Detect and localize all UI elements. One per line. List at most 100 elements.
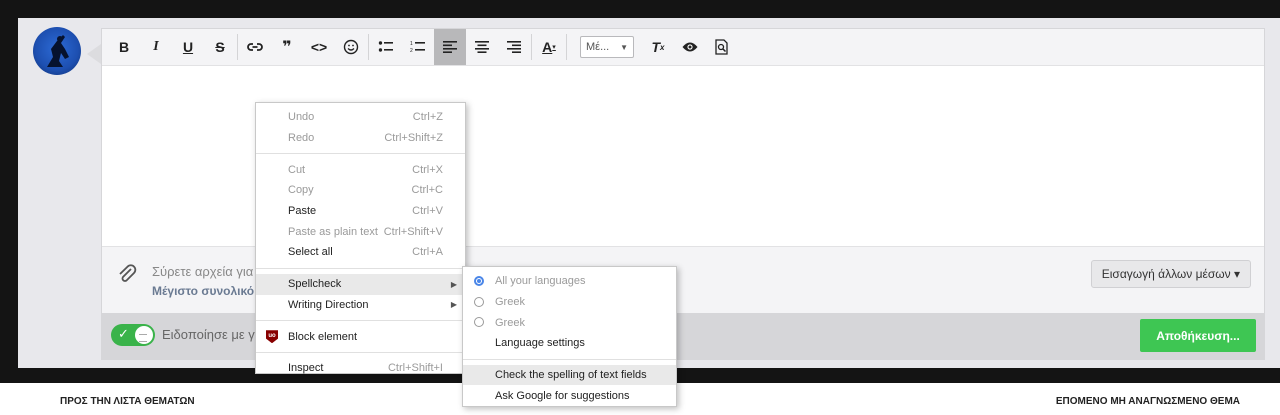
menu-item-paste[interactable]: Paste Ctrl+V (256, 201, 465, 222)
avatar[interactable] (33, 27, 81, 75)
menu-item-label: Writing Direction (288, 298, 369, 311)
strikethrough-button[interactable]: S (204, 29, 236, 65)
menu-item-shortcut: Ctrl+Shift+Z (384, 132, 443, 145)
submenu-item-ask-google[interactable]: Ask Google for suggestions (463, 385, 676, 406)
menu-divider (256, 267, 465, 269)
drop-files-text: Σύρετε αρχεία για (152, 264, 254, 279)
menu-item-label: Block element (288, 330, 358, 343)
italic-button[interactable]: I (140, 29, 172, 65)
menu-item-cut[interactable]: Cut Ctrl+X (256, 159, 465, 180)
quote-button[interactable]: ❞ (271, 29, 303, 65)
svg-text:1: 1 (410, 41, 413, 47)
menu-divider (256, 153, 465, 155)
bullet-list-button[interactable] (370, 29, 402, 65)
menu-item-shortcut: Ctrl+X (412, 163, 443, 176)
chevron-down-icon: ▼ (620, 42, 628, 52)
radio-selected-icon (474, 276, 484, 286)
menu-item-undo[interactable]: Undo Ctrl+Z (256, 107, 465, 128)
font-size-select[interactable]: Μέ... ▼ (580, 36, 634, 58)
spellcheck-toolbar-button[interactable] (706, 29, 738, 65)
toolbar-divider (566, 34, 567, 60)
menu-item-label: Select all (288, 246, 333, 259)
submenu-arrow-icon: ▶ (450, 300, 457, 310)
align-center-button[interactable] (466, 29, 498, 65)
code-button[interactable]: <> (303, 29, 335, 65)
ublock-icon: uo (266, 330, 278, 344)
next-unread-link[interactable]: ΕΠΟΜΕΝΟ ΜΗ ΑΝΑΓΝΩΣΜΕΝΟ ΘΕΜΑ (1056, 396, 1240, 407)
submenu-item-all-languages[interactable]: All your languages (463, 271, 676, 292)
menu-item-paste-plain[interactable]: Paste as plain text Ctrl+Shift+V (256, 221, 465, 242)
menu-item-writing-direction[interactable]: Writing Direction ▶ (256, 295, 465, 316)
bold-button[interactable]: B (108, 29, 140, 65)
spellcheck-submenu: All your languages Greek Greek Language … (462, 266, 677, 407)
smiley-button[interactable] (335, 29, 367, 65)
menu-item-label: Greek (495, 296, 525, 309)
menu-divider (256, 320, 465, 322)
menu-item-label: Inspect (288, 362, 324, 375)
menu-item-shortcut: Ctrl+A (412, 246, 443, 259)
submenu-item-greek-1[interactable]: Greek (463, 292, 676, 313)
svg-text:2: 2 (410, 48, 413, 54)
check-icon: ✓ (118, 326, 129, 341)
max-size-text: Μέγιστο συνολικό (152, 284, 255, 298)
menu-item-shortcut: Ctrl+Z (412, 111, 443, 124)
menu-item-shortcut: Ctrl+Shift+I (387, 362, 443, 375)
menu-item-select-all[interactable]: Select all Ctrl+A (256, 242, 465, 263)
submenu-item-check-spelling[interactable]: Check the spelling of text fields (463, 364, 676, 386)
toggle-knob (135, 326, 153, 344)
smiley-icon (343, 39, 359, 55)
submenu-item-language-settings[interactable]: Language settings (463, 333, 676, 354)
document-search-icon (715, 39, 728, 55)
notify-toggle[interactable]: ✓ (111, 324, 155, 346)
toolbar-divider (531, 34, 532, 60)
text-color-button[interactable]: A ▾ (533, 29, 565, 65)
menu-item-spellcheck[interactable]: Spellcheck ▶ (256, 273, 465, 295)
align-right-button[interactable] (498, 29, 530, 65)
preview-button[interactable] (674, 29, 706, 65)
context-menu: Undo Ctrl+Z Redo Ctrl+Shift+Z Cut Ctrl+X… (255, 102, 466, 374)
menu-item-label: Undo (288, 111, 315, 124)
menu-item-label: Ask Google for suggestions (495, 389, 630, 402)
menu-item-label: Check the spelling of text fields (495, 369, 647, 382)
bullet-list-icon (378, 41, 393, 52)
toolbar-divider (237, 34, 238, 60)
menu-item-label: Paste as plain text (288, 225, 378, 238)
submenu-item-greek-2[interactable]: Greek (463, 312, 676, 333)
numbered-list-button[interactable]: 12 (402, 29, 434, 65)
back-to-list-link[interactable]: ΠΡΟΣ ΤΗΝ ΛΙΣΤΑ ΘΕΜΑΤΩΝ (60, 396, 195, 407)
radio-icon (474, 296, 484, 307)
submenu-arrow-icon: ▶ (450, 279, 457, 289)
menu-divider (256, 351, 465, 353)
menu-item-shortcut: Ctrl+V (412, 205, 443, 218)
menu-item-block-element[interactable]: uo Block element (256, 326, 465, 347)
link-icon (247, 43, 263, 51)
menu-item-shortcut: Ctrl+Shift+V (383, 225, 443, 238)
menu-item-shortcut: Ctrl+C (411, 184, 443, 197)
align-center-icon (475, 41, 489, 53)
font-size-value: Μέ... (586, 41, 610, 53)
menu-item-label: Cut (288, 163, 306, 176)
editor-toolbar: B I U S ❞ <> 12 A ▾ Μέ... ▼ T x (102, 29, 1264, 66)
align-left-button[interactable] (434, 29, 466, 65)
menu-item-label: Redo (288, 132, 315, 145)
menu-item-label: Paste (288, 205, 317, 218)
link-button[interactable] (239, 29, 271, 65)
menu-item-label: All your languages (495, 275, 586, 288)
insert-media-button[interactable]: Εισαγωγή άλλων μέσων ▾ (1090, 260, 1251, 288)
editor-pointer (87, 44, 101, 64)
menu-item-inspect[interactable]: Inspect Ctrl+Shift+I (256, 358, 465, 379)
align-left-icon (443, 41, 457, 53)
menu-item-label: Spellcheck (288, 278, 342, 291)
clear-formatting-button[interactable]: Tx (642, 29, 674, 65)
avatar-silhouette-icon (47, 35, 69, 67)
align-right-icon (507, 41, 521, 53)
menu-divider (463, 358, 676, 360)
menu-item-copy[interactable]: Copy Ctrl+C (256, 180, 465, 201)
menu-item-label: Language settings (495, 337, 585, 350)
underline-button[interactable]: U (172, 29, 204, 65)
save-button[interactable]: Αποθήκευση... (1140, 319, 1256, 352)
menu-item-redo[interactable]: Redo Ctrl+Shift+Z (256, 128, 465, 149)
eye-icon (682, 42, 698, 52)
paperclip-icon (116, 263, 138, 291)
toolbar-divider (368, 34, 369, 60)
